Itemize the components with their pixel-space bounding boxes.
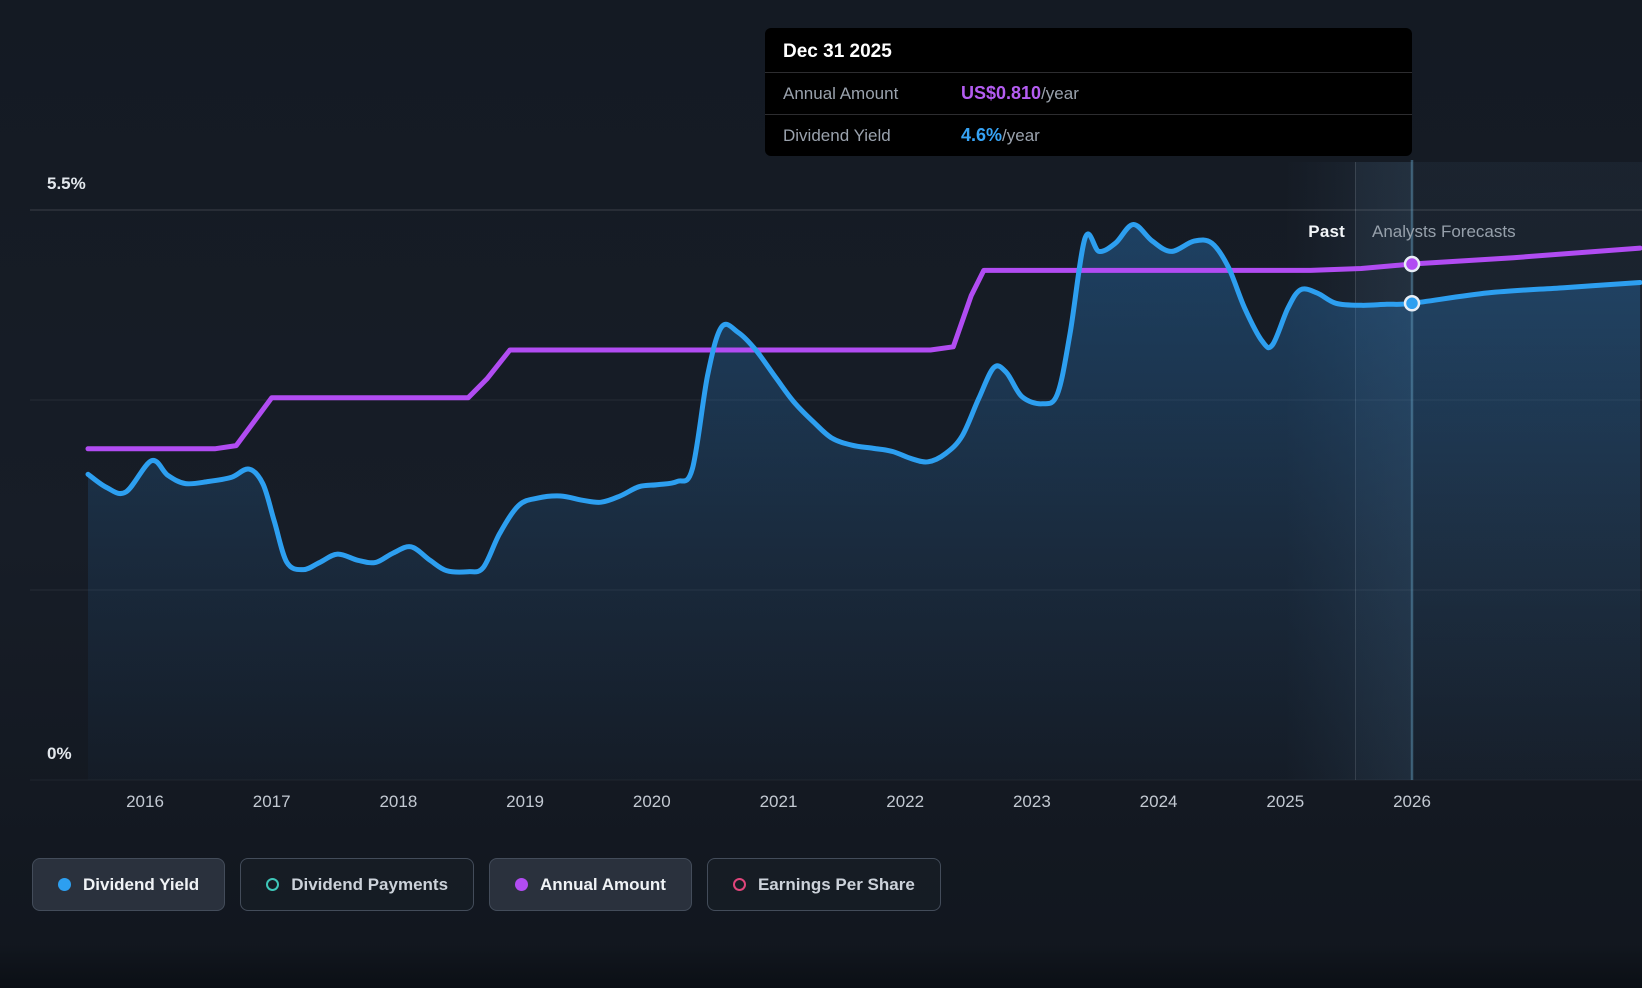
legend: Dividend Yield Dividend Payments Annual … [32,858,941,911]
tooltip-row-annual-amount: Annual Amount US$0.810/year [765,72,1412,114]
x-axis-label-2017: 2017 [252,792,291,811]
legend-item-dividend-payments[interactable]: Dividend Payments [240,858,475,911]
y-axis-label-min: 0% [47,744,72,763]
past-label: Past [1308,222,1345,241]
x-axis-label-2021: 2021 [759,792,798,811]
analysts-forecast-label: Analysts Forecasts [1372,222,1516,241]
x-axis-label-2019: 2019 [506,792,545,811]
x-axis-label-2022: 2022 [886,792,925,811]
x-axis-label-2016: 2016 [126,792,164,811]
legend-label-annual-amount: Annual Amount [540,874,666,894]
legend-item-annual-amount[interactable]: Annual Amount [489,858,692,911]
x-axis-label-2018: 2018 [379,792,418,811]
x-axis-label-2023: 2023 [1012,792,1051,811]
dividend-yield-value: 4.6%/year [961,125,1040,145]
x-axis-label-2025: 2025 [1266,792,1305,811]
legend-label-dividend-payments: Dividend Payments [291,874,449,894]
dividend-history-chart: 5.5% 0% Past Analysts Forecasts 2016 201… [0,0,1642,988]
annual-amount-label: Annual Amount [783,83,899,103]
x-axis-label-2024: 2024 [1139,792,1178,811]
dividend-yield-label: Dividend Yield [783,125,891,145]
chart-tooltip: Dec 31 2025 Annual Amount US$0.810/year … [765,28,1412,156]
dividend-yield-dot-icon [58,878,71,891]
x-axis-label-2020: 2020 [632,792,671,811]
earnings-per-share-ring-icon [732,878,746,891]
legend-item-earnings-per-share[interactable]: Earnings Per Share [706,858,941,911]
x-axis-label-2026: 2026 [1393,792,1431,811]
dividend-payments-ring-icon [266,878,280,891]
x-axis: 2016 2017 2018 2019 2020 2021 2022 2023 … [0,792,1642,816]
legend-item-dividend-yield[interactable]: Dividend Yield [32,858,226,911]
annual-amount-marker-dot [1403,255,1421,273]
legend-label-earnings-per-share: Earnings Per Share [757,874,915,894]
tooltip-row-dividend-yield: Dividend Yield 4.6%/year [765,114,1412,156]
dividend-yield-marker-dot [1403,295,1421,312]
y-axis-label-max: 5.5% [47,174,86,193]
legend-label-dividend-yield: Dividend Yield [83,874,200,894]
bottom-fade [0,944,1642,988]
annual-amount-value: US$0.810/year [961,83,1079,103]
annual-amount-dot-icon [515,878,529,891]
tooltip-date: Dec 31 2025 [783,41,892,62]
